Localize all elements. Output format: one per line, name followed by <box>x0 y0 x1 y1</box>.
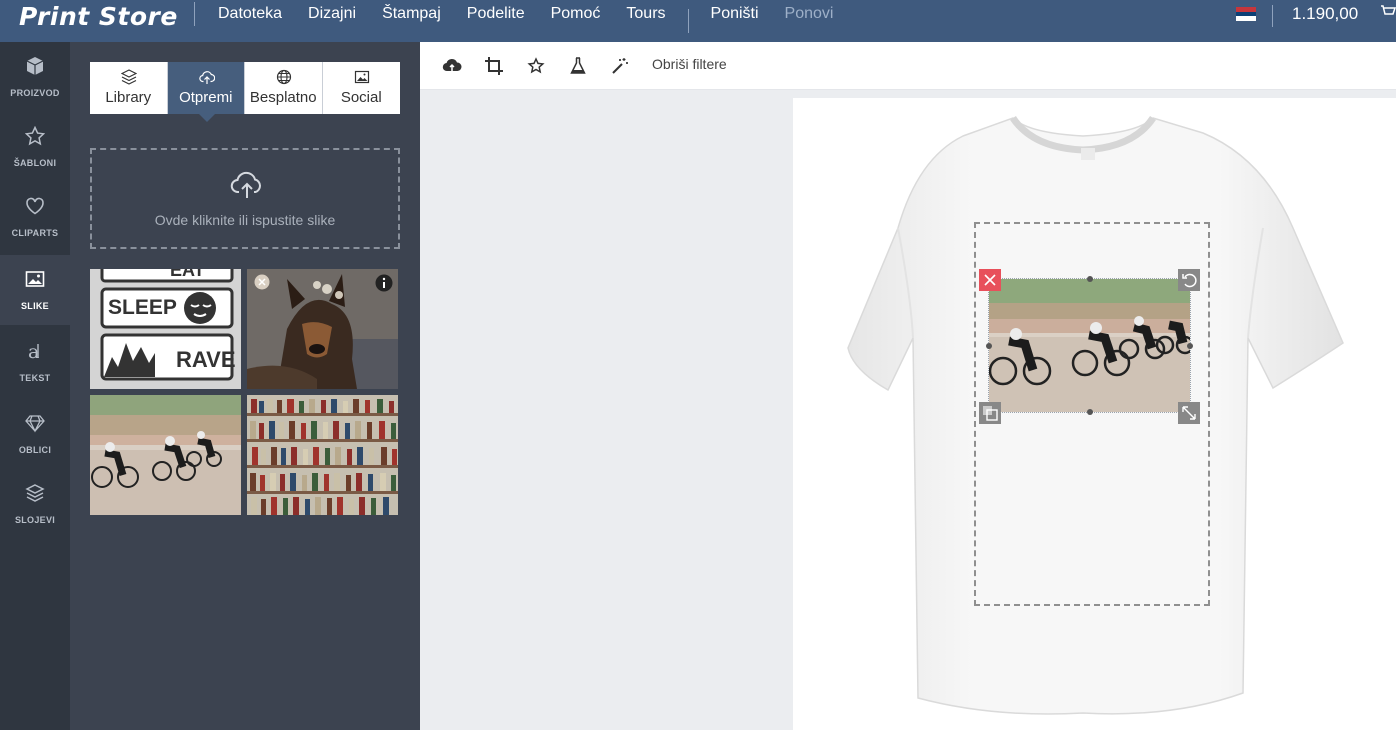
remove-image-icon[interactable] <box>254 274 270 290</box>
flask-icon[interactable] <box>568 56 588 76</box>
rail-item-sabloni[interactable]: ŠABLONI <box>0 112 70 182</box>
tab-social[interactable]: Social <box>322 62 400 114</box>
menu-item-tours[interactable]: Tours <box>613 0 678 35</box>
cloud-upload-icon <box>198 71 215 84</box>
bookshelf-photo-image <box>247 395 398 515</box>
rail-item-cliparts[interactable]: CLIPARTS <box>0 182 70 252</box>
image-icon <box>354 70 369 84</box>
close-icon <box>984 274 996 286</box>
tab-label: Besplatno <box>249 89 317 106</box>
source-tabs: Library Otpremi Besplatno Social <box>90 62 400 122</box>
layers-icon <box>121 69 137 85</box>
resize-handle[interactable] <box>986 343 992 349</box>
image-thumbnail-sleep[interactable]: EAT SLEEP RAVE <box>90 269 241 389</box>
rail-item-label: SLIKE <box>20 301 49 311</box>
image-icon <box>25 271 45 287</box>
rail-item-label: PROIZVOD <box>10 88 60 98</box>
cube-icon <box>26 57 44 75</box>
main-menu: Datoteka Dizajni Štampaj Podelite Pomoć … <box>194 0 846 42</box>
globe-icon <box>276 69 292 85</box>
clear-filters-button[interactable]: Obriši filtere <box>652 56 727 72</box>
dropzone-text: Ovde kliknite ili ispustite slike <box>154 212 336 228</box>
menu-divider <box>687 9 689 33</box>
info-icon[interactable] <box>375 274 393 292</box>
undo-button[interactable]: Poništi <box>698 0 772 35</box>
app-logo[interactable]: Print Store <box>19 2 178 31</box>
resize-handle[interactable] <box>1187 343 1193 349</box>
resize-icon <box>1182 406 1196 420</box>
diamond-icon <box>25 415 45 433</box>
layer-handle[interactable] <box>979 402 1001 424</box>
total-price: 1.190,00 <box>1292 4 1359 23</box>
thumb-text-sleep: SLEEP <box>108 296 177 319</box>
language-flag-icon[interactable] <box>1236 7 1256 21</box>
menu-item-datoteka[interactable]: Datoteka <box>205 0 295 35</box>
thumb-text-eat: EAT <box>170 269 205 280</box>
redo-button[interactable]: Ponovi <box>772 0 847 35</box>
rail-item-tekst[interactable]: a TEKST <box>0 327 70 397</box>
upload-dropzone[interactable]: Ovde kliknite ili ispustite slike <box>90 148 400 249</box>
text-icon: a <box>28 341 39 361</box>
image-toolbar: Obriši filtere <box>420 42 1396 90</box>
menu-divider <box>194 2 195 26</box>
left-rail: PROIZVOD ŠABLONI CLIPARTS SLIKE a TEKST … <box>0 42 70 730</box>
image-thumbnail-dog[interactable] <box>247 269 398 389</box>
rail-item-oblici[interactable]: OBLICI <box>0 399 70 469</box>
tab-label: Library <box>105 89 152 106</box>
cart-icon[interactable] <box>1380 4 1396 25</box>
magic-wand-icon[interactable] <box>610 56 630 76</box>
cloud-upload-icon <box>230 171 261 198</box>
selected-design-image[interactable] <box>988 278 1191 413</box>
rail-item-label: ŠABLONI <box>13 158 57 168</box>
rail-item-label: TEKST <box>19 373 51 383</box>
price-divider <box>1272 5 1273 27</box>
tab-label: Social <box>340 89 382 106</box>
design-canvas[interactable] <box>793 98 1396 730</box>
resize-handle[interactable] <box>1087 276 1093 282</box>
resize-handle[interactable] <box>1087 409 1093 415</box>
tab-library[interactable]: Library <box>90 62 168 114</box>
image-thumbnail-books[interactable] <box>247 395 398 515</box>
rail-item-label: SLOJEVI <box>14 515 56 525</box>
rotate-handle[interactable] <box>1178 269 1200 291</box>
tab-otpremi[interactable]: Otpremi <box>167 62 245 122</box>
images-panel: Library Otpremi Besplatno Social Ovde kl… <box>70 42 420 730</box>
rotate-icon <box>1182 273 1197 288</box>
rail-item-label: OBLICI <box>18 445 52 455</box>
menu-item-dizajni[interactable]: Dizajni <box>295 0 369 35</box>
star-icon <box>25 126 45 146</box>
thumb-text-rave: RAVE <box>176 347 236 372</box>
cyclists-photo-image <box>90 395 241 515</box>
crop-icon[interactable] <box>484 56 504 76</box>
tab-besplatno[interactable]: Besplatno <box>245 62 323 114</box>
rail-item-slojevi[interactable]: SLOJEVI <box>0 469 70 539</box>
menu-item-stampaj[interactable]: Štampaj <box>369 0 454 35</box>
star-icon[interactable] <box>526 56 546 76</box>
menu-item-podelite[interactable]: Podelite <box>454 0 538 35</box>
layers-icon <box>25 484 45 502</box>
cyclists-photo-image <box>989 279 1190 412</box>
menu-item-pomoc[interactable]: Pomoć <box>538 0 614 35</box>
top-menu-bar: Print Store Datoteka Dizajni Štampaj Pod… <box>0 0 1396 42</box>
layer-copy-icon <box>983 406 998 421</box>
heart-icon <box>26 197 44 215</box>
delete-handle[interactable] <box>979 269 1001 291</box>
design-workspace <box>420 90 1396 730</box>
cloud-upload-icon[interactable] <box>442 56 462 76</box>
rail-item-proizvod[interactable]: PROIZVOD <box>0 42 70 112</box>
image-thumbnail-cyclists[interactable] <box>90 395 241 515</box>
tab-label: Otpremi <box>179 89 233 106</box>
rail-item-label: CLIPARTS <box>11 228 59 238</box>
scale-handle[interactable] <box>1178 402 1200 424</box>
rail-item-slike[interactable]: SLIKE <box>0 255 70 325</box>
